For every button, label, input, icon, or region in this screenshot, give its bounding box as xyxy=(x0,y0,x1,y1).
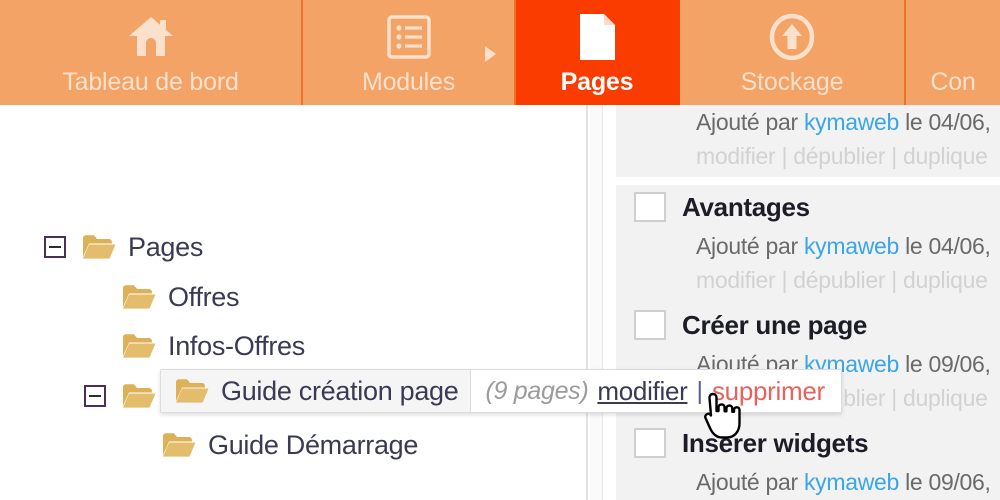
nav-tab-configuration[interactable]: Con xyxy=(906,0,1000,105)
nav-tab-label: Con xyxy=(930,67,976,96)
page-list-item[interactable]: Avantages Ajouté par kymaweb le 04/06, m… xyxy=(616,185,1000,303)
nav-tab-pages[interactable]: Pages xyxy=(516,0,680,105)
meta-date: le 09/06, xyxy=(905,351,991,377)
main-navigation-bar: Tableau de bord Modules Pages Stockage C… xyxy=(0,0,1000,105)
collapse-toggle-icon[interactable] xyxy=(84,385,106,407)
admin-pages-screen: Tableau de bord Modules Pages Stockage C… xyxy=(0,0,1000,500)
folder-icon xyxy=(122,333,156,359)
tree-item-label: Guide Démarrage xyxy=(208,430,419,460)
hovered-tree-item[interactable]: Guide création page xyxy=(161,370,472,412)
meta-date: le 04/06, xyxy=(905,109,991,135)
nav-tab-label: Modules xyxy=(361,67,456,96)
chevron-right-icon xyxy=(485,46,496,62)
tree-item-label: Offres xyxy=(168,282,240,312)
page-item-meta: Ajouté par kymaweb le 09/06, xyxy=(616,465,1000,499)
meta-date: le 04/06, xyxy=(905,233,991,259)
page-item-header: Avantages xyxy=(616,185,1000,229)
folder-icon xyxy=(82,234,116,260)
page-item-actions[interactable]: modifier | dépublier | duplique xyxy=(616,139,1000,173)
pages-list-panel: Ajouté par kymaweb le 04/06, modifier | … xyxy=(604,105,1000,500)
tree-item-pages[interactable]: Pages xyxy=(44,227,203,267)
folder-icon xyxy=(175,378,209,404)
nav-tab-label: Pages xyxy=(560,67,634,96)
page-item-header: Insérer widgets xyxy=(616,421,1000,465)
tree-item-label: Infos-Offres xyxy=(168,331,305,361)
meta-date: le 09/06, xyxy=(905,469,991,495)
page-select-checkbox[interactable] xyxy=(634,192,666,222)
action-separator: | xyxy=(696,376,703,405)
meta-author-link[interactable]: kymaweb xyxy=(804,233,899,259)
page-item-title: Créer une page xyxy=(682,309,868,340)
tree-item-hover-panel[interactable]: Guide création page (9 pages) modifier |… xyxy=(160,369,842,413)
page-icon xyxy=(575,11,619,63)
page-item-title: Insérer widgets xyxy=(682,427,869,458)
nav-tab-tableau-de-bord[interactable]: Tableau de bord xyxy=(0,0,303,105)
nav-tab-stockage[interactable]: Stockage xyxy=(680,0,906,105)
folder-icon xyxy=(122,383,156,409)
page-count-label: (9 pages) xyxy=(485,376,589,405)
page-list-item[interactable]: Insérer widgets Ajouté par kymaweb le 09… xyxy=(616,421,1000,500)
page-item-header: Créer une page xyxy=(616,303,1000,347)
nav-tab-modules[interactable]: Modules xyxy=(303,0,516,105)
meta-prefix: Ajouté par xyxy=(696,469,798,495)
folder-icon xyxy=(162,432,196,458)
page-item-meta: Ajouté par kymaweb le 04/06, xyxy=(616,229,1000,263)
list-icon xyxy=(386,11,432,63)
meta-prefix: Ajouté par xyxy=(696,233,798,259)
meta-author-link[interactable]: kymaweb xyxy=(804,109,899,135)
collapse-toggle-icon[interactable] xyxy=(44,236,66,258)
home-icon xyxy=(127,11,175,63)
edit-link[interactable]: modifier xyxy=(597,376,687,407)
page-select-checkbox[interactable] xyxy=(634,310,666,340)
upload-icon xyxy=(767,11,817,63)
meta-prefix: Ajouté par xyxy=(696,109,798,135)
tree-item-guide-demarrage[interactable]: Guide Démarrage xyxy=(162,425,418,465)
folder-icon xyxy=(122,284,156,310)
panel-divider xyxy=(590,105,603,500)
page-list-item[interactable]: Ajouté par kymaweb le 04/06, modifier | … xyxy=(616,105,1000,177)
page-select-checkbox[interactable] xyxy=(634,428,666,458)
pages-tree-sidebar: Pages Offres Infos-Offres Guide Démarrag… xyxy=(0,105,588,500)
page-item-title: Avantages xyxy=(682,191,810,222)
nav-tab-label: Stockage xyxy=(740,67,844,96)
page-item-actions[interactable]: modifier | dépublier | duplique xyxy=(616,263,1000,297)
page-item-meta: Ajouté par kymaweb le 04/06, xyxy=(616,105,1000,139)
tree-item-offres[interactable]: Offres xyxy=(122,277,240,317)
nav-tab-label: Tableau de bord xyxy=(62,67,239,96)
tree-item-label: Pages xyxy=(128,232,204,262)
meta-author-link[interactable]: kymaweb xyxy=(804,469,899,495)
tree-item-action-bar: (9 pages) modifier | supprimer xyxy=(471,370,841,412)
hovered-tree-item-label: Guide création page xyxy=(221,376,459,406)
delete-link[interactable]: supprimer xyxy=(712,376,825,407)
tree-item-infos-offres[interactable]: Infos-Offres xyxy=(122,326,305,366)
